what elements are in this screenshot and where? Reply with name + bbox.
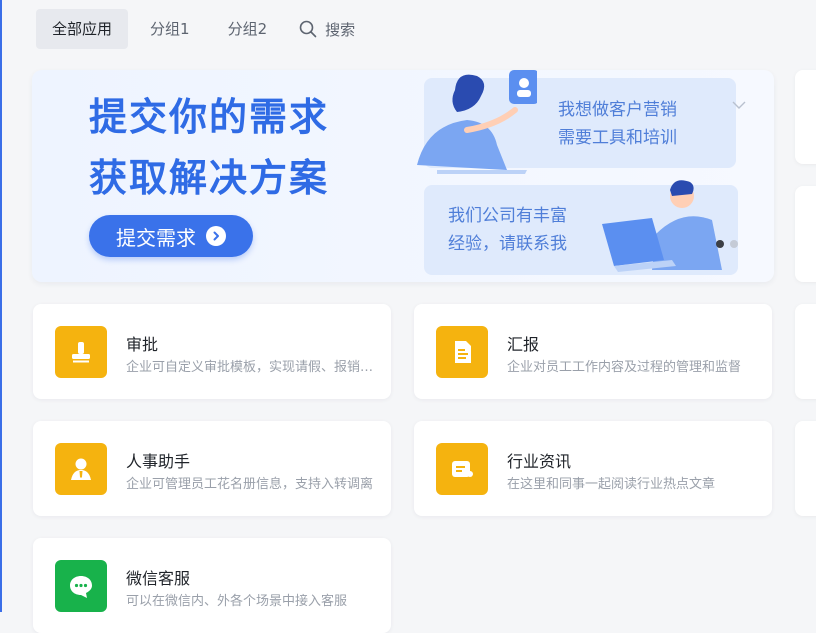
app-name: 人事助手 xyxy=(126,452,191,471)
bubble-2-line-1: 我们公司有丰富 xyxy=(448,206,567,226)
bubble-2-line-2: 经验，请联系我 xyxy=(448,234,567,254)
app-card-hr-assistant[interactable]: 人事助手 企业可管理员工花名册信息，支持入转调离 xyxy=(33,421,391,516)
app-card-wechat-service[interactable]: 微信客服 可以在微信内、外各个场景中接入客服 xyxy=(33,538,391,633)
search-label: 搜索 xyxy=(325,20,356,39)
submit-request-label: 提交需求 xyxy=(116,225,196,250)
tab-all-apps[interactable]: 全部应用 xyxy=(36,9,129,49)
carousel-indicator xyxy=(716,240,744,248)
partial-card[interactable] xyxy=(795,70,816,164)
tab-group-2[interactable]: 分组2 xyxy=(212,9,284,49)
app-description: 在这里和同事一起阅读行业热点文章 xyxy=(507,477,716,492)
report-doc-icon xyxy=(436,326,488,378)
stamp-icon xyxy=(55,326,107,378)
app-name: 审批 xyxy=(126,335,159,354)
chevron-down-icon xyxy=(732,101,746,109)
partial-card[interactable] xyxy=(795,304,816,399)
woman-illustration xyxy=(417,70,537,174)
tab-group-1[interactable]: 分组1 xyxy=(134,9,206,49)
app-name: 微信客服 xyxy=(126,569,191,588)
partial-card[interactable] xyxy=(795,186,816,282)
app-description: 可以在微信内、外各个场景中接入客服 xyxy=(126,594,348,609)
banner-title-line-1: 提交你的需求 xyxy=(89,95,330,139)
carousel-dot[interactable] xyxy=(730,240,738,248)
news-icon xyxy=(436,443,488,495)
bubble-1-line-1: 我想做客户营销 xyxy=(558,100,677,120)
partial-card[interactable] xyxy=(795,421,816,516)
man-laptop-illustration xyxy=(602,180,722,272)
app-card-report[interactable]: 汇报 企业对员工工作内容及过程的管理和监督 xyxy=(414,304,772,399)
chat-bubble-icon xyxy=(55,560,107,612)
app-description: 企业对员工工作内容及过程的管理和监督 xyxy=(507,360,742,375)
arrow-right-icon xyxy=(206,226,226,246)
group-tabs: 全部应用 分组1 分组2 搜索 xyxy=(36,9,365,49)
person-icon xyxy=(55,443,107,495)
bubble-1-line-2: 需要工具和培训 xyxy=(558,128,677,148)
app-description: 企业可管理员工花名册信息，支持入转调离 xyxy=(126,477,374,492)
promo-banner[interactable]: 提交你的需求 获取解决方案 提交需求 我想做客户营销 需要工具和培训 我们公司有… xyxy=(32,70,774,282)
app-description: 企业可自定义审批模板，实现请假、报销等审批流程 xyxy=(126,360,376,375)
app-name: 行业资讯 xyxy=(507,452,572,471)
search-button[interactable]: 搜索 xyxy=(289,9,365,49)
app-card-approval[interactable]: 审批 企业可自定义审批模板，实现请假、报销等审批流程 xyxy=(33,304,391,399)
banner-title-line-2: 获取解决方案 xyxy=(89,156,330,200)
search-icon xyxy=(299,20,317,38)
app-card-industry-news[interactable]: 行业资讯 在这里和同事一起阅读行业热点文章 xyxy=(414,421,772,516)
carousel-dot-active[interactable] xyxy=(716,240,724,248)
submit-request-button[interactable]: 提交需求 xyxy=(89,215,253,257)
left-edge-accent xyxy=(0,0,2,612)
app-name: 汇报 xyxy=(507,335,540,354)
